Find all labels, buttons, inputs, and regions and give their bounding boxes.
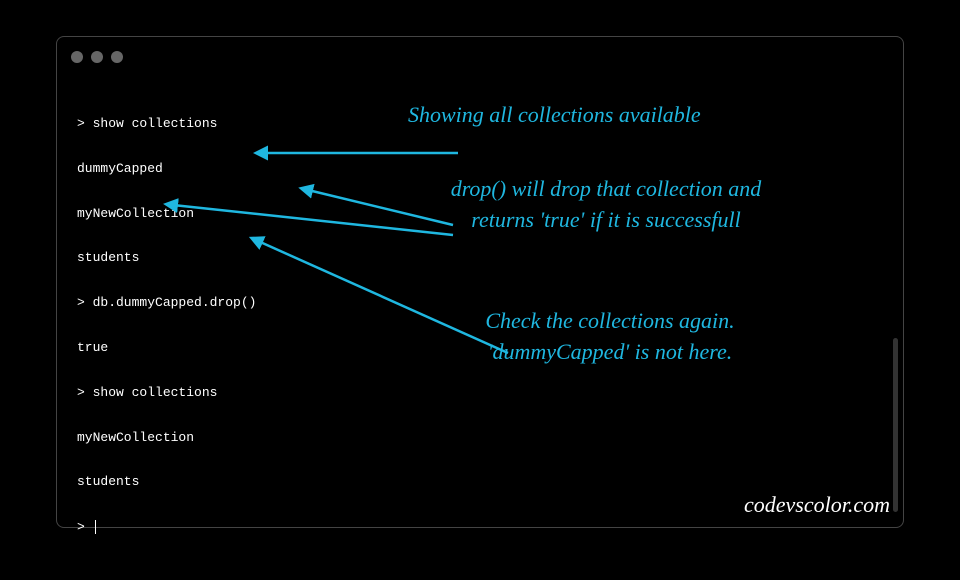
annotation-drop: drop() will drop that collection and ret… [396,174,816,236]
terminal-prompt[interactable]: > [77,520,256,535]
terminal-line: dummyCapped [77,162,256,177]
window-controls [71,51,123,63]
cursor-icon [95,520,96,534]
terminal-output[interactable]: > show collections dummyCapped myNewColl… [77,87,256,565]
watermark: codevscolor.com [744,492,890,518]
terminal-line: students [77,251,256,266]
annotation-check-again: Check the collections again. 'dummyCappe… [440,306,780,368]
annotation-show-collections: Showing all collections available [408,100,701,131]
terminal-line: myNewCollection [77,207,256,222]
terminal-line: > show collections [77,386,256,401]
window-zoom-icon[interactable] [111,51,123,63]
terminal-line: > show collections [77,117,256,132]
window-minimize-icon[interactable] [91,51,103,63]
terminal-line: students [77,475,256,490]
window-close-icon[interactable] [71,51,83,63]
terminal-line: true [77,341,256,356]
terminal-line: myNewCollection [77,431,256,446]
terminal-line: > db.dummyCapped.drop() [77,296,256,311]
scrollbar[interactable] [893,338,898,512]
prompt-text: > [77,520,93,535]
